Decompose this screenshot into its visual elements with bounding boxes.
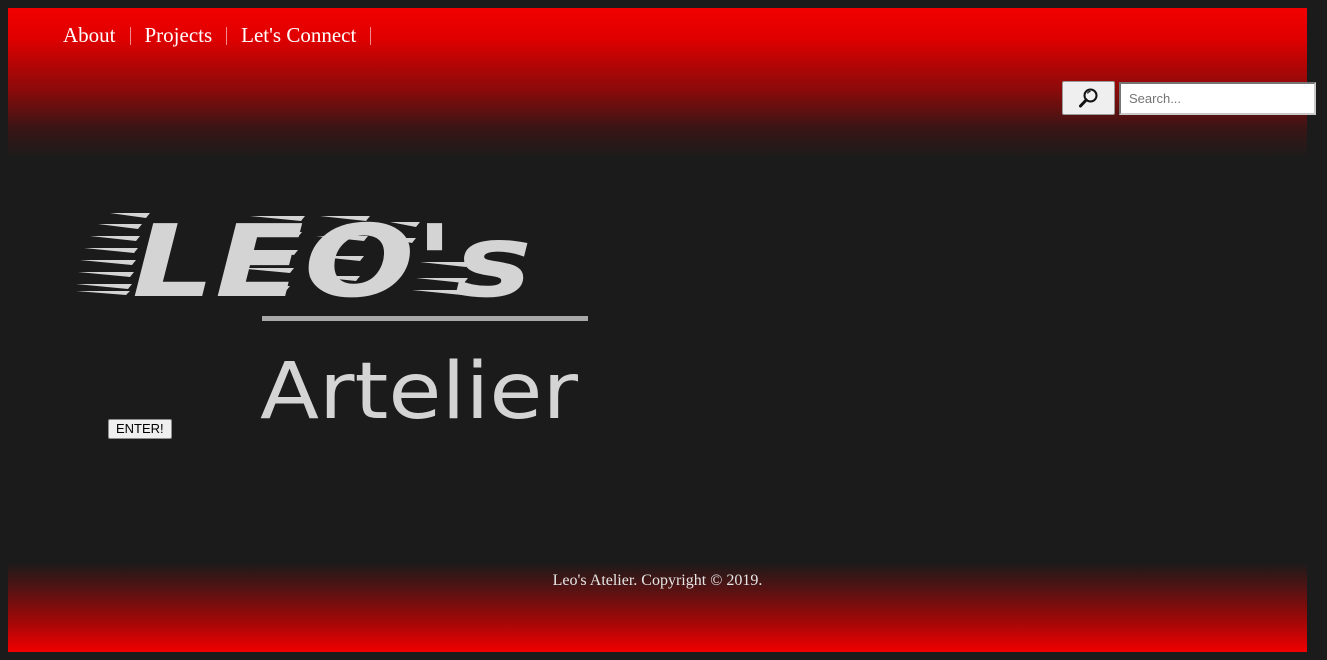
logo-subtitle: Artelier	[260, 347, 579, 430]
magnifier-icon	[1078, 88, 1097, 108]
nav-separator	[370, 26, 372, 45]
site-header: About Projects Let's Connect	[8, 8, 1316, 158]
search-button[interactable]	[1062, 81, 1115, 115]
nav-item-about[interactable]: About	[63, 23, 116, 48]
nav-separator	[226, 26, 228, 45]
search-bar	[1062, 81, 1316, 115]
nav-item-projects[interactable]: Projects	[145, 23, 213, 48]
nav-item-lets-connect[interactable]: Let's Connect	[241, 23, 356, 48]
site-footer: Leo's Atelier. Copyright © 2019.	[8, 562, 1307, 652]
main-nav: About Projects Let's Connect	[63, 23, 385, 48]
site-logo: LEO's Artelier	[76, 203, 588, 430]
logo-title: LEO's	[132, 203, 532, 320]
nav-separator	[129, 26, 131, 45]
logo-divider	[262, 316, 588, 321]
enter-button[interactable]: ENTER!	[108, 419, 172, 439]
copyright-text: Leo's Atelier. Copyright © 2019.	[552, 572, 763, 589]
page: About Projects Let's Connect Search... L…	[0, 0, 1327, 660]
search-input[interactable]	[1119, 81, 1316, 115]
